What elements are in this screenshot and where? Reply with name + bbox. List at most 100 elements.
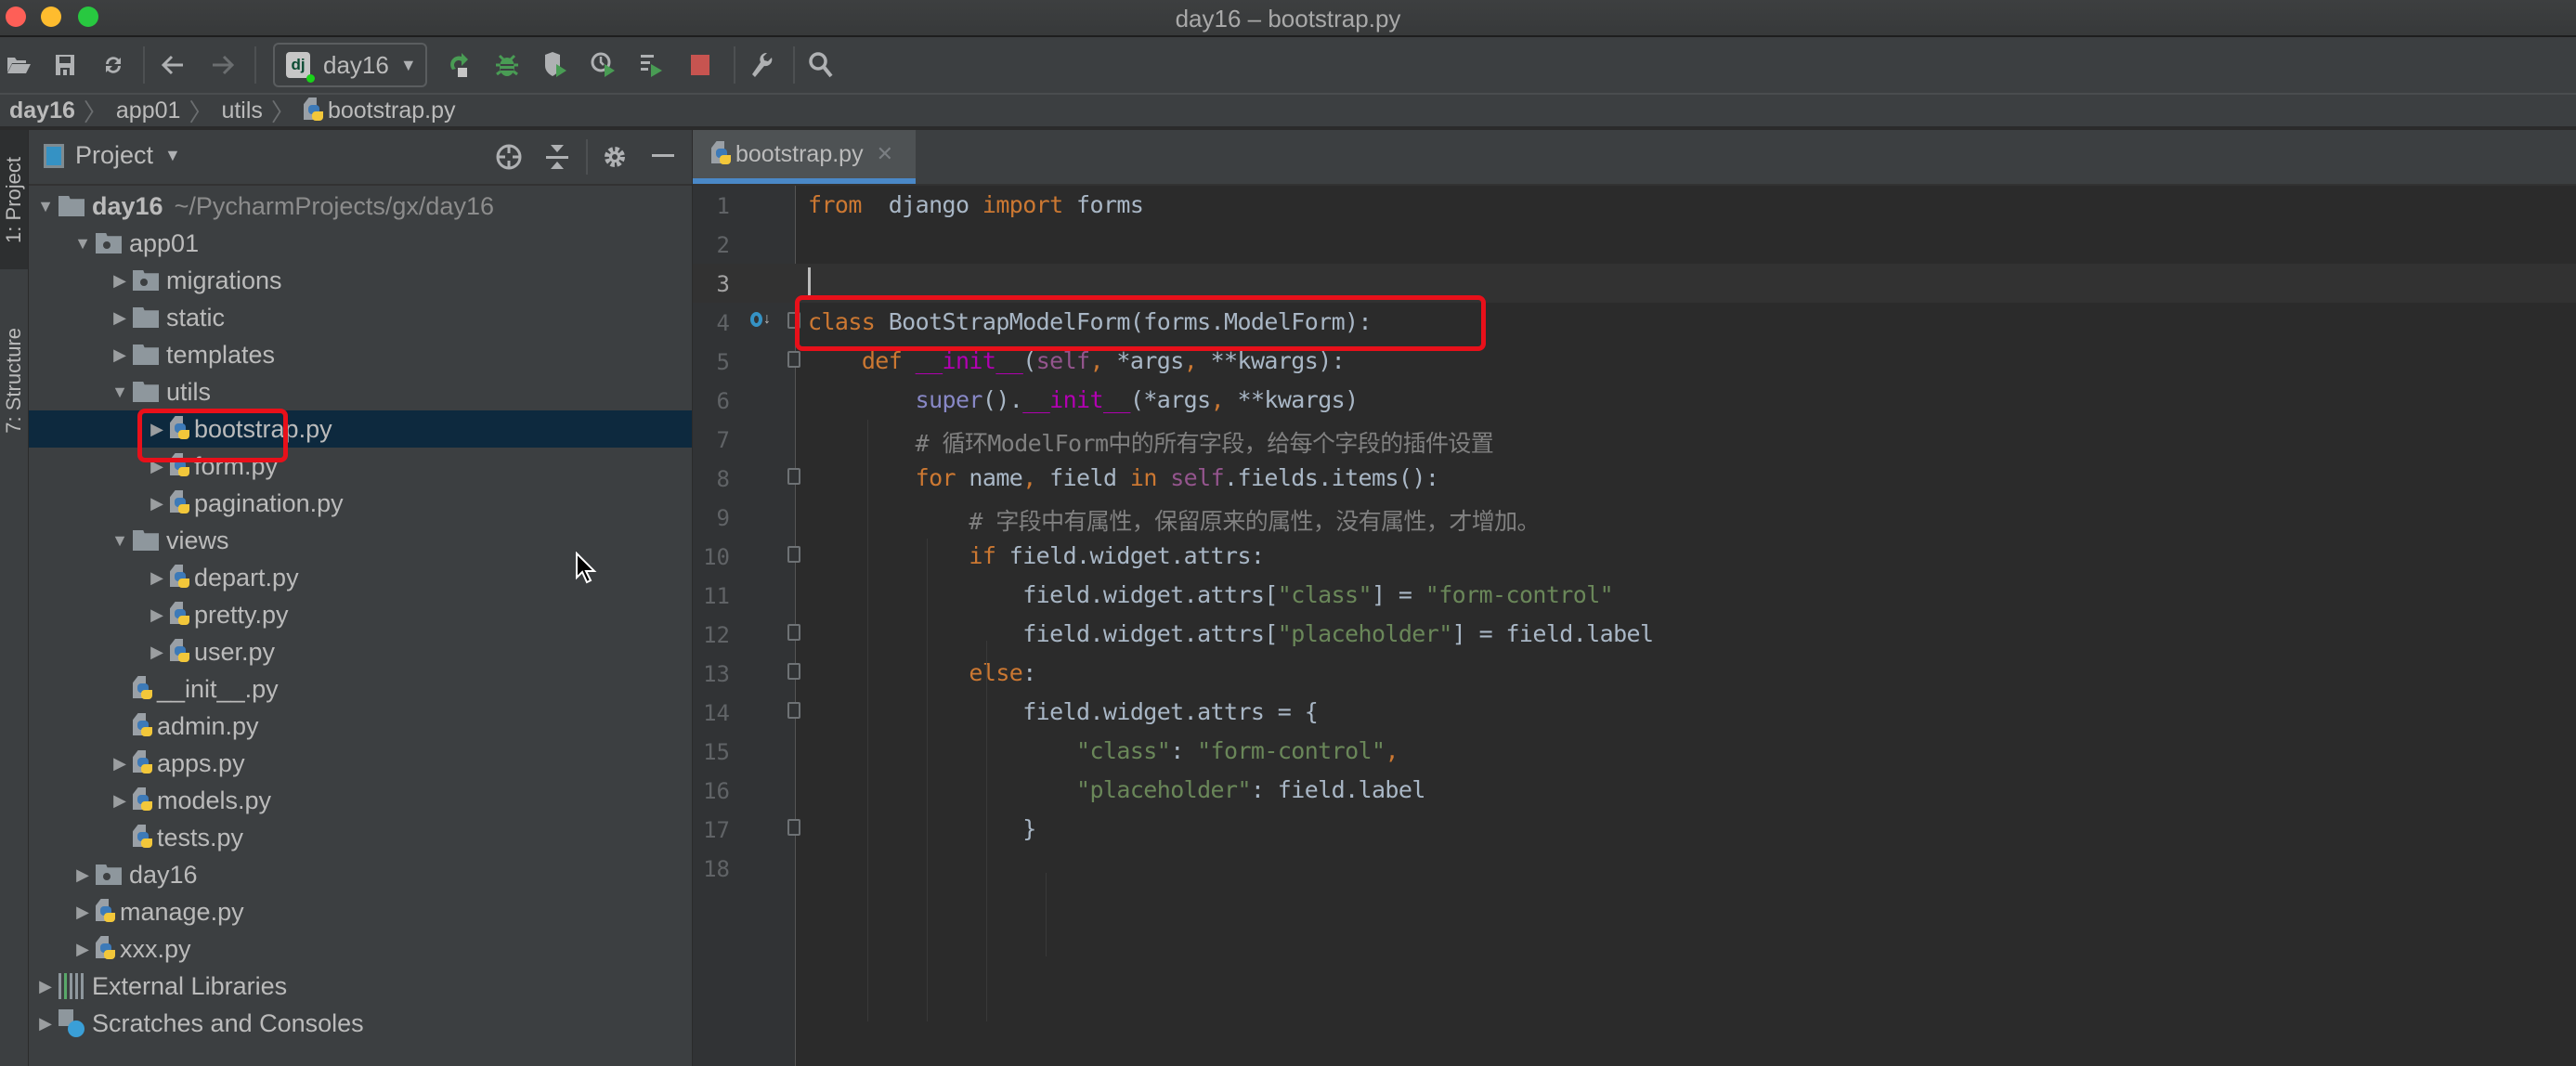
project-view-selector[interactable]: Project ▼ — [44, 141, 181, 170]
line-number: 12 — [703, 622, 730, 648]
main-toolbar: dj day16 ▼ — [0, 37, 2576, 95]
tree-item-templates[interactable]: ▶ templates — [29, 336, 692, 373]
expand-arrow-right-icon[interactable]: ▶ — [70, 940, 96, 959]
code-line[interactable]: 12 field.widget.attrs["placeholder"] = f… — [693, 615, 2576, 654]
code-line[interactable]: 11 field.widget.attrs["class"] = "form-c… — [693, 576, 2576, 615]
tree-item-pagination-py[interactable]: ▶ pagination.py — [29, 485, 692, 522]
code-line[interactable]: 9 # 字段中有属性，保留原来的属性，没有属性，才增加。 — [693, 498, 2576, 537]
code-line[interactable]: 1 from django import forms — [693, 186, 2576, 225]
expand-arrow-right-icon[interactable]: ▶ — [107, 345, 133, 365]
expand-arrow-right-icon[interactable]: ▶ — [144, 494, 170, 514]
tree-item-apps-py[interactable]: ▶ apps.py — [29, 745, 692, 782]
tree-item-pretty-py[interactable]: ▶ pretty.py — [29, 596, 692, 633]
tool-tab-structure[interactable]: 7: Structure — [0, 297, 28, 464]
tree-item-external-libraries[interactable]: ▶ External Libraries — [29, 968, 692, 1005]
tree-item-xxx-py[interactable]: ▶ xxx.py — [29, 930, 692, 968]
search-icon[interactable] — [804, 48, 838, 82]
fold-marker-icon[interactable] — [787, 546, 800, 563]
tree-item-manage-py[interactable]: ▶ manage.py — [29, 893, 692, 930]
tree-item-admin-py[interactable]: admin.py — [29, 708, 692, 745]
back-icon[interactable] — [156, 48, 189, 82]
expand-arrow-down-icon[interactable]: ▼ — [70, 234, 96, 254]
expand-arrow-down-icon[interactable]: ▼ — [107, 531, 133, 551]
tree-item-user-py[interactable]: ▶ user.py — [29, 633, 692, 670]
concurrency-diagram-icon[interactable] — [635, 48, 669, 82]
line-number: 7 — [716, 427, 730, 453]
tree-item-utils[interactable]: ▼ utils — [29, 373, 692, 410]
breadcrumb-item-file[interactable]: bootstrap.py — [328, 98, 456, 124]
locate-file-icon[interactable] — [493, 141, 525, 173]
code-line[interactable]: 8 for name, field in self.fields.items()… — [693, 459, 2576, 498]
expand-arrow-right-icon[interactable]: ▶ — [33, 977, 59, 996]
collapse-all-icon[interactable] — [541, 141, 573, 173]
close-tab-icon[interactable]: ✕ — [877, 142, 893, 166]
code-line[interactable]: 15 "class": "form-control", — [693, 732, 2576, 771]
tree-item-day16[interactable]: ▶ day16 — [29, 856, 692, 893]
editor-tab-bootstrap[interactable]: bootstrap.py ✕ — [693, 130, 916, 184]
sync-icon[interactable] — [97, 48, 130, 82]
code-line[interactable]: 16 "placeholder": field.label — [693, 771, 2576, 810]
code-line[interactable]: 18 — [693, 849, 2576, 888]
fold-marker-icon[interactable] — [787, 819, 800, 836]
wrench-icon[interactable] — [745, 48, 778, 82]
tree-item-bootstrap-py[interactable]: ▶ bootstrap.py — [29, 410, 692, 448]
hide-panel-icon[interactable] — [647, 141, 679, 173]
line-number: 1 — [716, 193, 730, 219]
chevron-down-icon: ▼ — [164, 146, 181, 164]
expand-arrow-down-icon[interactable]: ▼ — [33, 197, 59, 216]
run-with-coverage-icon[interactable] — [539, 48, 572, 82]
code-line[interactable]: 14 field.widget.attrs = { — [693, 693, 2576, 732]
tree-item-init-py[interactable]: __init__.py — [29, 670, 692, 708]
open-folder-icon[interactable] — [2, 48, 35, 82]
tree-item-day16[interactable]: ▼ day16 ~/PycharmProjects/gx/day16 — [29, 188, 692, 225]
tree-item-label: app01 — [129, 228, 200, 257]
stop-icon[interactable] — [683, 48, 717, 82]
expand-arrow-right-icon[interactable]: ▶ — [144, 643, 170, 662]
expand-arrow-right-icon[interactable]: ▶ — [107, 754, 133, 774]
implemented-method-icon[interactable]: ↓ — [750, 312, 771, 332]
fold-marker-icon[interactable] — [787, 351, 800, 368]
code-line[interactable]: 2 — [693, 225, 2576, 264]
code-line[interactable]: 17 } — [693, 810, 2576, 849]
code-line[interactable]: 10 if field.widget.attrs: — [693, 537, 2576, 576]
run-configuration-selector[interactable]: dj day16 ▼ — [273, 43, 427, 87]
tree-item-models-py[interactable]: ▶ models.py — [29, 782, 692, 819]
tree-item-static[interactable]: ▶ static — [29, 299, 692, 336]
rerun-icon[interactable] — [442, 48, 475, 82]
line-number: 16 — [703, 778, 730, 804]
expand-arrow-right-icon[interactable]: ▶ — [70, 865, 96, 885]
code-lines[interactable]: 1 from django import forms 2 3 4 ↓ class BootS… — [693, 186, 2576, 888]
tree-item-app01[interactable]: ▼ app01 — [29, 225, 692, 262]
fold-marker-icon[interactable] — [787, 702, 800, 719]
tree-item-migrations[interactable]: ▶ migrations — [29, 262, 692, 299]
expand-arrow-right-icon[interactable]: ▶ — [144, 568, 170, 588]
left-tool-window-strip: 1: Project 7: Structure — [0, 130, 29, 1066]
fold-marker-icon[interactable] — [787, 624, 800, 641]
save-icon[interactable] — [48, 48, 82, 82]
tool-tab-project[interactable]: 1: Project — [0, 130, 28, 269]
profile-icon[interactable] — [587, 48, 620, 82]
breadcrumb-item-utils[interactable]: utils — [221, 98, 262, 124]
expand-arrow-right-icon[interactable]: ▶ — [144, 605, 170, 625]
expand-arrow-right-icon[interactable]: ▶ — [107, 791, 133, 811]
tree-item-tests-py[interactable]: tests.py — [29, 819, 692, 856]
tree-item-form-py[interactable]: ▶ form.py — [29, 448, 692, 485]
tree-item-scratches-and-consoles[interactable]: ▶ Scratches and Consoles — [29, 1005, 692, 1042]
fold-marker-icon[interactable] — [787, 468, 800, 485]
fold-marker-icon[interactable] — [787, 663, 800, 680]
expand-arrow-right-icon[interactable]: ▶ — [70, 903, 96, 922]
code-line[interactable]: 7 # 循环ModelForm中的所有字段，给每个字段的插件设置 — [693, 420, 2576, 459]
tree-item-label: admin.py — [157, 711, 259, 740]
expand-arrow-right-icon[interactable]: ▶ — [107, 271, 133, 291]
code-line[interactable]: 13 else: — [693, 654, 2576, 693]
gear-icon[interactable] — [599, 141, 631, 173]
code-token: **kwargs) — [1224, 386, 1359, 413]
code-line[interactable]: 6 super().__init__(*args, **kwargs) — [693, 381, 2576, 420]
breadcrumb-item-project[interactable]: day16 — [9, 98, 75, 124]
debug-icon[interactable] — [490, 48, 524, 82]
expand-arrow-down-icon[interactable]: ▼ — [107, 383, 133, 402]
forward-icon[interactable] — [206, 48, 240, 82]
expand-arrow-right-icon[interactable]: ▶ — [33, 1014, 59, 1034]
breadcrumb-item-app01[interactable]: app01 — [116, 98, 181, 124]
expand-arrow-right-icon[interactable]: ▶ — [107, 308, 133, 328]
